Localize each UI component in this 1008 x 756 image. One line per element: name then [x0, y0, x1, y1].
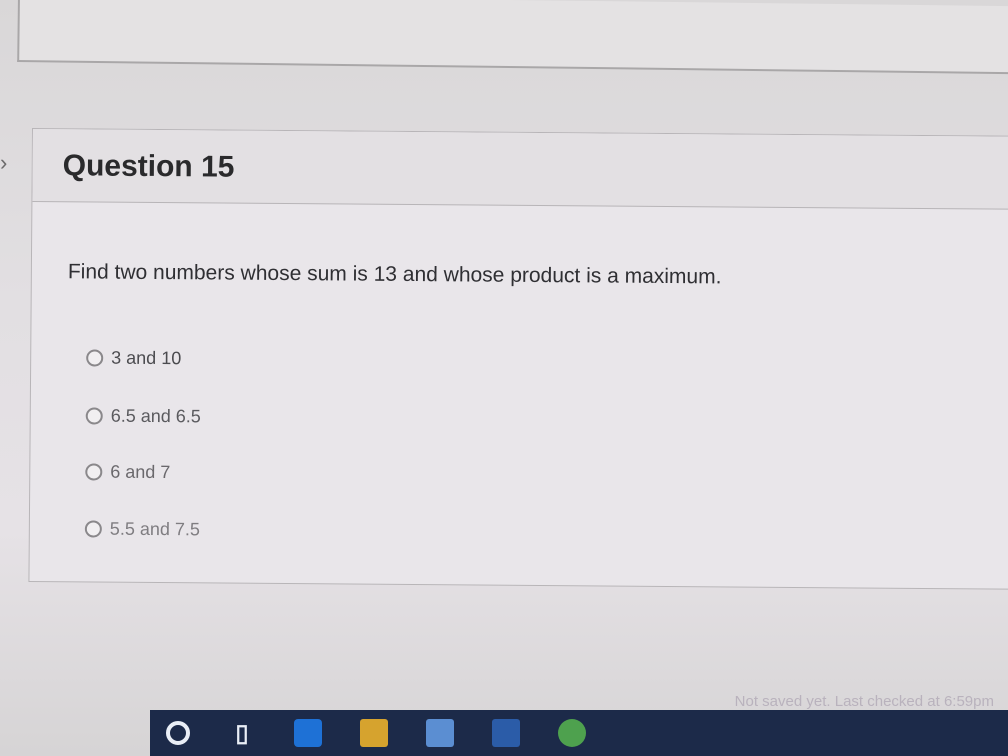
word-icon[interactable] — [492, 719, 520, 747]
previous-question-box — [17, 0, 1008, 75]
answer-label: 6 and 7 — [110, 461, 171, 483]
taskbar: ▯ — [150, 710, 1008, 756]
store-icon[interactable] — [426, 719, 454, 747]
radio-button-icon[interactable] — [85, 463, 103, 481]
radio-button-icon[interactable] — [84, 520, 102, 538]
answer-option[interactable]: 6 and 7 — [85, 461, 170, 483]
radio-button-icon[interactable] — [86, 349, 104, 367]
answer-label: 6.5 and 6.5 — [110, 405, 201, 427]
answer-option[interactable]: 3 and 10 — [86, 347, 181, 369]
question-text: Find two numbers whose sum is 13 and who… — [67, 260, 722, 289]
file-explorer-icon[interactable] — [360, 719, 388, 747]
question-title: Question 15 — [62, 149, 235, 184]
save-status-text: Not saved yet. Last checked at 6:59pm — [734, 693, 994, 710]
task-view-icon[interactable]: ▯ — [228, 719, 256, 747]
answer-option[interactable]: 6.5 and 6.5 — [85, 405, 201, 427]
answer-label: 5.5 and 7.5 — [109, 518, 201, 540]
chrome-icon[interactable] — [558, 719, 586, 747]
answer-option[interactable]: 5.5 and 7.5 — [84, 518, 201, 540]
radio-button-icon[interactable] — [85, 407, 103, 425]
search-icon[interactable] — [166, 721, 190, 745]
answer-label: 3 and 10 — [111, 347, 182, 369]
question-card: Question 15 Find two numbers whose sum i… — [28, 128, 1008, 590]
question-header: Question 15 — [32, 129, 1008, 210]
edge-icon[interactable] — [294, 719, 322, 747]
quiz-page: › Question 15 Find two numbers whose sum… — [0, 0, 1008, 756]
question-marker-icon: › — [0, 150, 8, 175]
